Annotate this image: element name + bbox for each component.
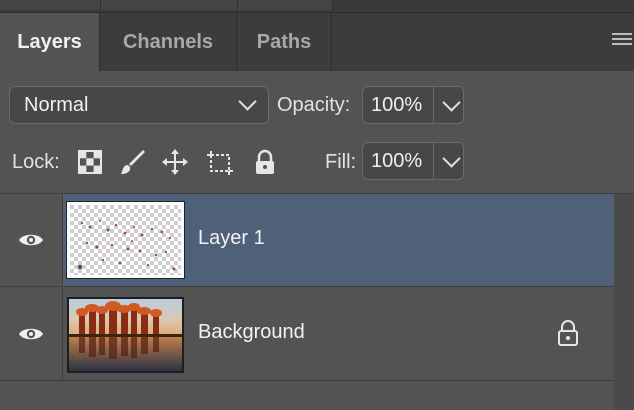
visibility-toggle[interactable] — [0, 288, 63, 380]
blend-mode-select[interactable]: Normal — [9, 86, 269, 124]
chevron-down-icon[interactable] — [442, 93, 461, 112]
layer-name[interactable]: Layer 1 — [198, 227, 265, 250]
move-arrows-icon[interactable] — [161, 148, 189, 176]
eye-icon — [19, 328, 43, 340]
layer-row-background[interactable]: Background — [0, 288, 614, 381]
blend-row: Normal Opacity: 100% — [0, 86, 634, 126]
top-strip-segment — [0, 0, 101, 10]
padlock-icon[interactable] — [251, 148, 279, 176]
crop-frame-icon[interactable] — [206, 148, 234, 176]
empty-layers-area — [0, 382, 614, 410]
chevron-down-icon[interactable] — [442, 149, 461, 168]
top-strip-segment — [101, 0, 238, 10]
tab-channels[interactable]: Channels — [100, 13, 237, 71]
field-divider — [433, 87, 434, 123]
lock-row: Lock: Fill: 100% — [0, 142, 634, 182]
chevron-down-icon — [238, 92, 257, 111]
layer-thumbnail[interactable] — [67, 297, 184, 373]
tab-layers[interactable]: Layers — [0, 13, 100, 71]
panel-tab-bar: Layers Channels Paths — [0, 12, 634, 71]
field-divider — [433, 143, 434, 179]
top-strip — [0, 0, 634, 12]
eye-icon — [19, 234, 43, 246]
padlock-icon — [558, 320, 578, 346]
blend-mode-value: Normal — [24, 93, 89, 116]
lock-label: Lock: — [12, 151, 60, 173]
layer-row-layer-1[interactable]: Layer 1 — [0, 194, 614, 287]
fill-field[interactable]: 100% — [362, 142, 464, 180]
layer-1-thumbnail-image — [70, 205, 181, 275]
opacity-label: Opacity: — [277, 94, 351, 116]
background-thumbnail-image — [69, 299, 182, 371]
opacity-field[interactable]: 100% — [362, 86, 464, 124]
scrollbar-track[interactable] — [614, 194, 634, 410]
layer-thumbnail[interactable] — [67, 202, 184, 278]
layer-name[interactable]: Background — [198, 321, 305, 344]
visibility-toggle[interactable] — [0, 194, 63, 286]
fill-label: Fill: — [325, 151, 357, 173]
tab-paths[interactable]: Paths — [237, 13, 332, 71]
brush-icon[interactable] — [118, 148, 146, 176]
checkerboard-icon[interactable] — [76, 148, 104, 176]
fill-value: 100% — [371, 150, 423, 172]
hamburger-menu-icon[interactable] — [612, 33, 632, 49]
top-strip-segment — [238, 0, 333, 10]
opacity-value: 100% — [371, 94, 423, 116]
